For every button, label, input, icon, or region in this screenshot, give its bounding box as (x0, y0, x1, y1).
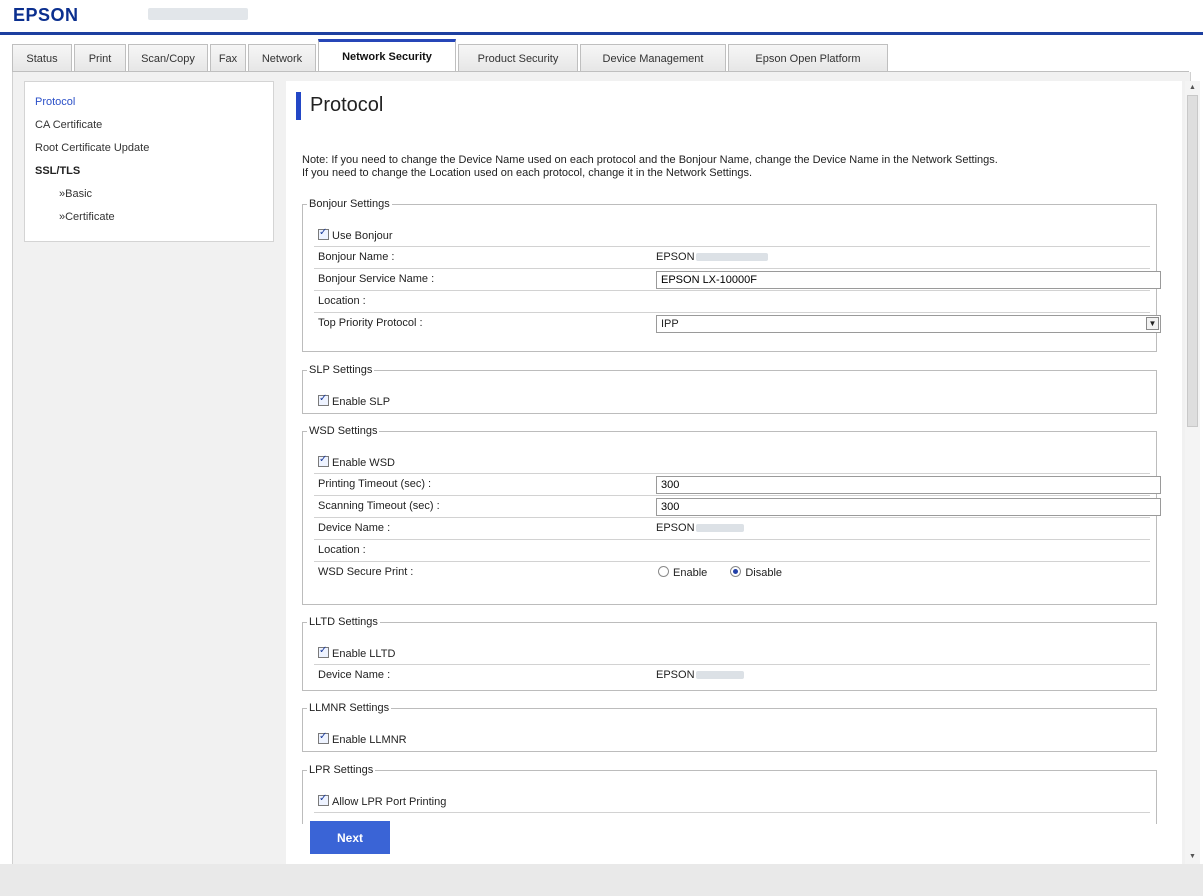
lpr-settings-group: LPR Settings Allow LPR Port Printing (302, 764, 1157, 824)
wsd-settings-group: WSD Settings Enable WSD Printing Timeout… (302, 425, 1161, 605)
scanning-timeout-input[interactable] (656, 498, 1161, 516)
printing-timeout-label: Printing Timeout (sec) : (318, 478, 432, 490)
scroll-down-arrow-icon[interactable]: ▼ (1185, 850, 1200, 864)
bonjour-service-name-label: Bonjour Service Name : (318, 273, 435, 285)
lltd-device-name-label: Device Name : (318, 669, 391, 681)
sidebar-heading-ssl-tls: SSL/TLS (35, 165, 81, 177)
slp-settings-group: SLP Settings Enable SLP (302, 364, 1157, 414)
scrollbar-thumb[interactable] (1187, 95, 1198, 427)
bonjour-location-row: Location : (314, 291, 1150, 313)
wsd-secure-print-row: WSD Secure Print : Enable Disable (314, 562, 1150, 584)
tab-epson-open-platform[interactable]: Epson Open Platform (728, 44, 888, 72)
wsd-location-label: Location : (318, 544, 366, 556)
slp-settings-legend: SLP Settings (309, 364, 373, 376)
tab-status[interactable]: Status (12, 44, 72, 72)
use-bonjour-row: Use Bonjour (314, 225, 1150, 247)
redacted-name-suffix (695, 253, 768, 262)
enable-slp-label: Enable SLP (332, 396, 391, 408)
wsd-location-row: Location : (314, 540, 1150, 562)
bonjour-settings-legend: Bonjour Settings (309, 198, 390, 210)
top-priority-protocol-select[interactable]: IPP ▼ (656, 315, 1161, 333)
enable-lltd-label: Enable LLTD (332, 648, 396, 660)
tab-fax[interactable]: Fax (210, 44, 246, 72)
main-tabs: Status Print Scan/Copy Fax Network Netwo… (12, 39, 890, 72)
enable-llmnr-checkbox[interactable] (318, 731, 329, 744)
bonjour-service-name-input[interactable] (656, 271, 1161, 289)
bonjour-service-name-row: Bonjour Service Name : (314, 269, 1161, 291)
sidebar-item-basic[interactable]: »Basic (25, 184, 273, 207)
llmnr-settings-group: LLMNR Settings Enable LLMNR (302, 702, 1157, 752)
sidebar-item-ca-certificate[interactable]: CA Certificate (25, 115, 273, 138)
lltd-settings-legend: LLTD Settings (309, 616, 378, 628)
enable-llmnr-row: Enable LLMNR (314, 729, 1150, 751)
wsd-settings-legend: WSD Settings (309, 425, 378, 437)
enable-slp-checkbox[interactable] (318, 393, 329, 406)
page-title: Protocol (310, 94, 384, 116)
sidebar-item-certificate[interactable]: »Certificate (25, 207, 273, 230)
header-divider (0, 32, 1203, 35)
enable-wsd-checkbox[interactable] (318, 454, 329, 467)
tab-scan-copy[interactable]: Scan/Copy (128, 44, 208, 72)
model-name-redacted (148, 8, 248, 20)
title-accent-bar (296, 92, 301, 120)
printing-timeout-input[interactable] (656, 476, 1161, 494)
wsd-secure-print-label: WSD Secure Print : (318, 566, 414, 578)
lltd-settings-group: LLTD Settings Enable LLTD Device Name : … (302, 616, 1157, 691)
bonjour-name-value: EPSON (656, 251, 695, 263)
secure-print-disable-label[interactable]: Disable (745, 567, 782, 579)
top-priority-protocol-row: Top Priority Protocol : IPP ▼ (314, 313, 1161, 335)
top-priority-protocol-label: Top Priority Protocol : (318, 317, 423, 329)
chevron-down-icon[interactable]: ▼ (1146, 317, 1159, 330)
tab-product-security[interactable]: Product Security (458, 44, 578, 72)
wsd-device-name-value: EPSON (656, 522, 695, 534)
vertical-scrollbar[interactable]: ▲ ▼ (1185, 81, 1200, 864)
footer-band (0, 864, 1203, 896)
use-bonjour-checkbox[interactable] (318, 227, 329, 240)
top-priority-protocol-value: IPP (661, 318, 679, 330)
allow-lpr-label: Allow LPR Port Printing (332, 796, 447, 808)
sidebar-item-protocol[interactable]: Protocol (25, 92, 273, 115)
lltd-device-name-row: Device Name : EPSON (314, 665, 1150, 687)
epson-logo: EPSON (13, 5, 79, 25)
enable-llmnr-label: Enable LLMNR (332, 734, 407, 746)
allow-lpr-row: Allow LPR Port Printing (314, 791, 1150, 813)
enable-lltd-checkbox[interactable] (318, 645, 329, 658)
sidebar-item-root-certificate-update[interactable]: Root Certificate Update (25, 138, 273, 161)
lltd-device-name-value: EPSON (656, 669, 695, 681)
enable-slp-row: Enable SLP (314, 391, 1150, 413)
tab-print[interactable]: Print (74, 44, 126, 72)
bonjour-location-label: Location : (318, 295, 366, 307)
allow-lpr-checkbox[interactable] (318, 793, 329, 806)
printing-timeout-row: Printing Timeout (sec) : (314, 474, 1161, 496)
tab-network[interactable]: Network (248, 44, 316, 72)
tab-network-security[interactable]: Network Security (318, 39, 456, 72)
lpr-settings-legend: LPR Settings (309, 764, 374, 776)
header: EPSON (0, 0, 1203, 32)
secure-print-enable-label[interactable]: Enable (673, 567, 707, 579)
wsd-device-name-row: Device Name : EPSON (314, 518, 1150, 540)
bonjour-settings-group: Bonjour Settings Use Bonjour Bonjour Nam… (302, 198, 1161, 352)
wsd-device-name-label: Device Name : (318, 522, 391, 534)
secure-print-disable-radio[interactable] (730, 566, 742, 577)
scanning-timeout-label: Scanning Timeout (sec) : (318, 500, 440, 512)
bonjour-name-label: Bonjour Name : (318, 251, 395, 263)
enable-wsd-label: Enable WSD (332, 457, 395, 469)
enable-lltd-row: Enable LLTD (314, 643, 1150, 665)
sidebar: Protocol CA Certificate Root Certificate… (24, 81, 274, 242)
note-line-1: Note: If you need to change the Device N… (302, 154, 998, 166)
secure-print-enable-radio[interactable] (658, 566, 669, 577)
use-bonjour-label: Use Bonjour (332, 230, 393, 242)
tab-device-management[interactable]: Device Management (580, 44, 726, 72)
note-text: Note: If you need to change the Device N… (302, 154, 998, 180)
main-panel: Protocol Note: If you need to change the… (286, 81, 1182, 864)
llmnr-settings-legend: LLMNR Settings (309, 702, 390, 714)
redacted-name-suffix (695, 671, 744, 680)
scroll-up-arrow-icon[interactable]: ▲ (1185, 81, 1200, 95)
redacted-name-suffix (695, 524, 744, 533)
note-line-2: If you need to change the Location used … (302, 167, 753, 179)
next-button[interactable]: Next (310, 821, 390, 854)
enable-wsd-row: Enable WSD (314, 452, 1150, 474)
scanning-timeout-row: Scanning Timeout (sec) : (314, 496, 1161, 518)
bonjour-name-row: Bonjour Name : EPSON (314, 247, 1150, 269)
